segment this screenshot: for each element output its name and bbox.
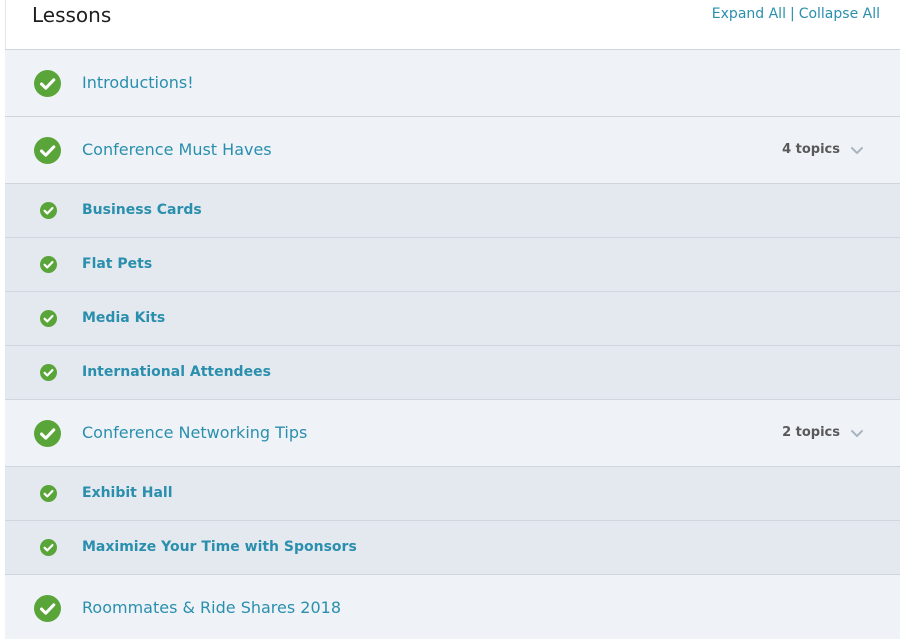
topic-row[interactable]: Exhibit Hall	[5, 466, 900, 520]
checkmark-circle-icon	[40, 364, 57, 381]
lesson-row[interactable]: Conference Networking Tips 2 topics	[5, 399, 900, 466]
topic-title[interactable]: International Attendees	[82, 364, 271, 380]
checkmark-circle-icon	[40, 202, 57, 219]
topic-row[interactable]: Maximize Your Time with Sponsors	[5, 520, 900, 574]
topic-title[interactable]: Exhibit Hall	[82, 485, 173, 501]
expand-all-link[interactable]: Expand All	[712, 6, 786, 22]
lesson-title[interactable]: Conference Must Haves	[82, 140, 272, 159]
expand-collapse-links: Expand All | Collapse All	[712, 6, 880, 22]
checkmark-circle-icon	[40, 256, 57, 273]
checkmark-circle-icon	[40, 485, 57, 502]
lesson-title[interactable]: Introductions!	[82, 73, 194, 92]
link-separator: |	[789, 6, 795, 22]
topic-count[interactable]: 4 topics	[782, 142, 840, 157]
topic-count[interactable]: 2 topics	[782, 425, 840, 440]
checkmark-circle-icon	[40, 310, 57, 327]
lesson-row[interactable]: Introductions!	[5, 49, 900, 116]
chevron-down-icon[interactable]	[850, 427, 864, 439]
topic-row[interactable]: Business Cards	[5, 183, 900, 237]
topic-title[interactable]: Business Cards	[82, 202, 202, 218]
topic-row[interactable]: International Attendees	[5, 345, 900, 399]
topic-row[interactable]: Media Kits	[5, 291, 900, 345]
topic-title[interactable]: Flat Pets	[82, 256, 152, 272]
topic-title[interactable]: Media Kits	[82, 310, 165, 326]
topic-row[interactable]: Flat Pets	[5, 237, 900, 291]
lessons-header: Lessons Expand All | Collapse All	[5, 0, 900, 49]
checkmark-circle-icon	[34, 595, 61, 622]
checkmark-circle-icon	[40, 539, 57, 556]
checkmark-circle-icon	[34, 420, 61, 447]
collapse-all-link[interactable]: Collapse All	[799, 6, 880, 22]
lesson-title[interactable]: Roommates & Ride Shares 2018	[82, 598, 341, 617]
lesson-row[interactable]: Conference Must Haves 4 topics	[5, 116, 900, 183]
topic-title[interactable]: Maximize Your Time with Sponsors	[82, 539, 357, 555]
checkmark-circle-icon	[34, 137, 61, 164]
chevron-down-icon[interactable]	[850, 144, 864, 156]
lesson-row[interactable]: Roommates & Ride Shares 2018	[5, 574, 900, 639]
checkmark-circle-icon	[34, 70, 61, 97]
lesson-list: Introductions! Conference Must Haves 4 t…	[5, 49, 900, 639]
page-title: Lessons	[32, 3, 112, 27]
lesson-title[interactable]: Conference Networking Tips	[82, 423, 307, 442]
